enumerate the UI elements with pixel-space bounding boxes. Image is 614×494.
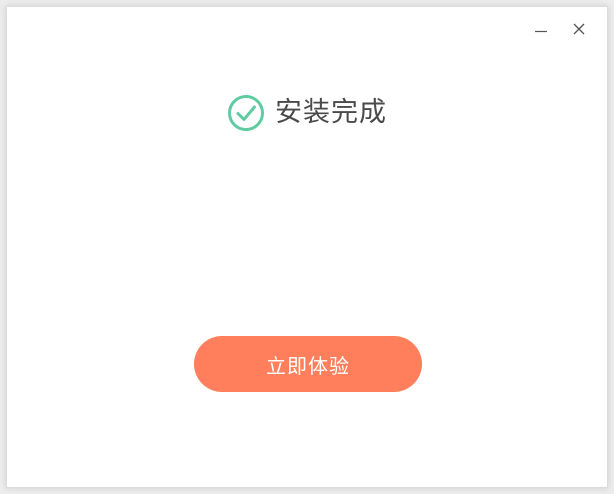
close-icon (573, 23, 585, 35)
minimize-button[interactable] (529, 17, 553, 41)
minimize-icon (535, 30, 547, 33)
close-button[interactable] (567, 17, 591, 41)
start-experience-button[interactable]: 立即体验 (194, 336, 422, 392)
installer-window: 安装完成 立即体验 (6, 6, 608, 488)
install-status: 安装完成 (7, 93, 607, 133)
status-title: 安装完成 (275, 97, 387, 128)
check-circle-icon (228, 95, 264, 131)
